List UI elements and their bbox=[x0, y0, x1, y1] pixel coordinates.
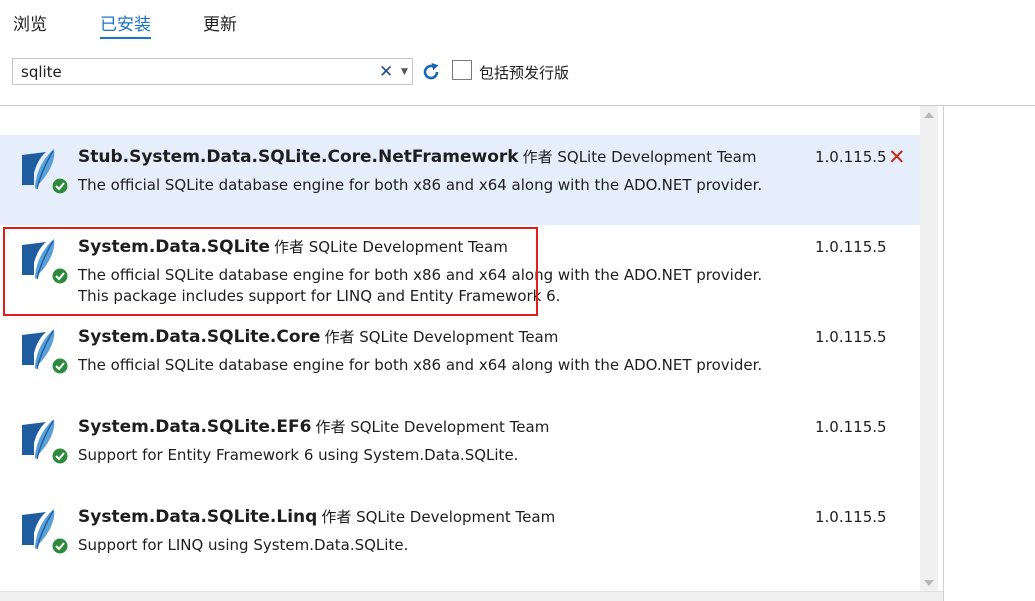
scroll-up-icon[interactable] bbox=[924, 112, 934, 118]
package-description: Support for Entity Framework 6 using Sys… bbox=[78, 446, 519, 464]
package-author: 作者 SQLite Development Team bbox=[273, 238, 508, 256]
horizontal-scrollbar[interactable] bbox=[0, 591, 943, 601]
sqlite-feather-icon bbox=[22, 239, 68, 284]
check-circle-icon bbox=[52, 358, 68, 374]
package-name: Stub.System.Data.SQLite.Core.NetFramewor… bbox=[78, 147, 519, 167]
package-row[interactable]: System.Data.SQLite.Linq 作者 SQLite Develop… bbox=[0, 495, 920, 585]
clear-search-icon[interactable]: ✕ bbox=[379, 62, 393, 82]
check-circle-icon bbox=[52, 178, 68, 194]
package-description: The official SQLite database engine for … bbox=[78, 176, 763, 194]
package-author: 作者 SQLite Development Team bbox=[321, 508, 556, 526]
sqlite-feather-icon bbox=[22, 329, 68, 374]
package-name: System.Data.SQLite bbox=[78, 237, 270, 257]
scroll-down-icon[interactable] bbox=[924, 580, 934, 586]
sqlite-feather-icon bbox=[22, 509, 68, 554]
package-row[interactable]: System.Data.SQLite 作者 SQLite Development … bbox=[0, 225, 920, 315]
package-author: 作者 SQLite Development Team bbox=[324, 328, 559, 346]
tab-updates[interactable]: 更新 bbox=[203, 10, 237, 35]
package-version: 1.0.115.5 bbox=[815, 148, 887, 166]
package-list: Stub.System.Data.SQLite.Core.NetFramewor… bbox=[0, 106, 920, 601]
package-version: 1.0.115.5 bbox=[815, 328, 887, 346]
prerelease-checkbox[interactable] bbox=[452, 60, 472, 80]
package-version: 1.0.115.5 bbox=[815, 508, 887, 526]
package-author: 作者 SQLite Development Team bbox=[522, 148, 757, 166]
package-description: The official SQLite database engine for … bbox=[78, 356, 763, 374]
package-name: System.Data.SQLite.EF6 bbox=[78, 417, 312, 437]
prerelease-label: 包括预发行版 bbox=[479, 64, 570, 82]
tab-bar: 浏览 已安装 更新 bbox=[0, 0, 1035, 44]
sqlite-feather-icon bbox=[22, 419, 68, 464]
panel-divider bbox=[943, 106, 944, 601]
sqlite-feather-icon bbox=[22, 149, 68, 194]
package-row[interactable]: System.Data.SQLite.EF6 作者 SQLite Developm… bbox=[0, 405, 920, 495]
package-row[interactable]: System.Data.SQLite.Core 作者 SQLite Develop… bbox=[0, 315, 920, 405]
package-description: Support for LINQ using System.Data.SQLit… bbox=[78, 536, 409, 554]
check-circle-icon bbox=[52, 538, 68, 554]
tab-browse[interactable]: 浏览 bbox=[13, 10, 47, 35]
refresh-icon[interactable] bbox=[420, 61, 442, 83]
chevron-down-icon[interactable]: ▼ bbox=[401, 61, 408, 83]
search-box: ✕ ▼ bbox=[12, 58, 413, 85]
package-version: 1.0.115.5 bbox=[815, 238, 887, 256]
check-circle-icon bbox=[52, 448, 68, 464]
uninstall-close-icon[interactable]: ✕ bbox=[888, 145, 906, 169]
tab-installed[interactable]: 已安装 bbox=[100, 10, 151, 39]
vertical-scrollbar[interactable] bbox=[920, 106, 938, 592]
check-circle-icon bbox=[52, 268, 68, 284]
package-description: The official SQLite database engine for … bbox=[78, 266, 763, 305]
package-name: System.Data.SQLite.Core bbox=[78, 327, 321, 347]
package-name: System.Data.SQLite.Linq bbox=[78, 507, 318, 527]
package-row[interactable]: Stub.System.Data.SQLite.Core.NetFramewor… bbox=[0, 135, 920, 225]
search-input[interactable] bbox=[21, 62, 361, 82]
package-author: 作者 SQLite Development Team bbox=[315, 418, 550, 436]
package-version: 1.0.115.5 bbox=[815, 418, 887, 436]
